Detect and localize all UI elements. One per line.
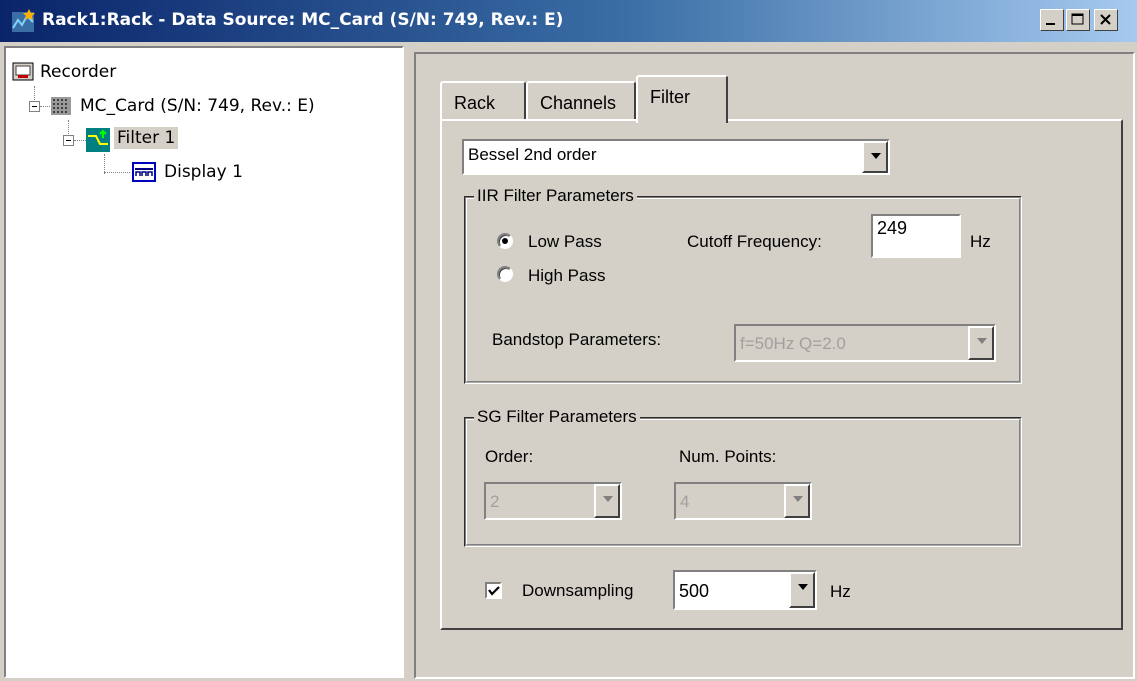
bandstop-dropdown-button[interactable] — [968, 326, 994, 360]
maximize-icon — [1071, 13, 1084, 25]
tree-item-label: Recorder — [40, 62, 117, 82]
num-points-select[interactable]: 4 — [674, 482, 812, 520]
tab-label: Channels — [540, 93, 617, 113]
title-bar[interactable]: Rack1:Rack - Data Source: MC_Card (S/N: … — [0, 0, 1137, 42]
main-window: Rack1:Rack - Data Source: MC_Card (S/N: … — [0, 0, 1137, 681]
tree-item-label: Display 1 — [164, 162, 243, 182]
bandstop-parameters-select[interactable]: f=50Hz Q=2.0 — [734, 324, 996, 362]
cutoff-frequency-unit: Hz — [970, 232, 991, 251]
tree-line — [40, 106, 50, 107]
display-icon — [132, 162, 156, 182]
filter-type-value: Bessel 2nd order — [468, 145, 597, 164]
downsampling-label: Downsampling — [522, 581, 634, 600]
tab-label: Rack — [454, 93, 496, 113]
tree-line — [104, 154, 105, 174]
minimize-icon — [1046, 23, 1055, 25]
pane-splitter[interactable] — [406, 46, 412, 681]
order-label: Order: — [485, 447, 534, 466]
downsampling-dropdown-button[interactable] — [789, 572, 815, 608]
sg-filter-group-title: SG Filter Parameters — [474, 407, 640, 427]
tree-item-label: MC_Card (S/N: 749, Rev.: E) — [80, 96, 315, 116]
low-pass-radio[interactable] — [497, 233, 513, 249]
high-pass-label: High Pass — [528, 266, 606, 285]
downsampling-rate-value: 500 — [679, 581, 710, 601]
chevron-down-icon — [603, 496, 613, 502]
tab-channels[interactable]: Channels — [526, 81, 636, 121]
chevron-down-icon — [871, 153, 881, 159]
tree-line — [74, 140, 86, 141]
recorder-icon — [12, 62, 34, 81]
checkmark-icon — [488, 586, 500, 596]
filter-type-dropdown-button[interactable] — [862, 141, 888, 173]
order-value: 2 — [490, 492, 500, 511]
tab-rack[interactable]: Rack — [440, 81, 526, 121]
order-select[interactable]: 2 — [484, 482, 622, 520]
close-button[interactable] — [1094, 9, 1118, 31]
num-points-label: Num. Points: — [679, 447, 777, 466]
rack-app-icon — [12, 9, 35, 32]
card-icon — [51, 97, 71, 115]
num-points-value: 4 — [680, 492, 690, 511]
high-pass-radio[interactable] — [497, 266, 513, 282]
tab-filter[interactable]: Filter — [636, 75, 728, 123]
downsampling-unit: Hz — [830, 582, 851, 601]
cutoff-frequency-label: Cutoff Frequency: — [687, 232, 822, 251]
filter-type-select[interactable]: Bessel 2nd order — [462, 139, 890, 175]
tree-line — [104, 172, 130, 173]
filter-icon — [86, 128, 110, 152]
downsampling-checkbox[interactable] — [485, 582, 502, 599]
window-title: Rack1:Rack - Data Source: MC_Card (S/N: … — [42, 10, 564, 30]
device-tree[interactable]: Recorder MC_Card (S/N: 749, Rev.: E) Fil… — [4, 46, 404, 678]
cutoff-frequency-value: 249 — [877, 218, 908, 238]
bandstop-parameters-value: f=50Hz Q=2.0 — [740, 334, 846, 353]
chevron-down-icon — [977, 338, 987, 344]
iir-filter-group-title: IIR Filter Parameters — [474, 186, 637, 206]
bandstop-parameters-label: Bandstop Parameters: — [492, 330, 662, 349]
cutoff-frequency-input[interactable]: 249 — [871, 214, 961, 258]
tree-item-label: Filter 1 — [114, 127, 179, 149]
maximize-button[interactable] — [1066, 9, 1090, 31]
close-icon — [1100, 14, 1111, 25]
collapse-toggle[interactable] — [29, 101, 40, 112]
minimize-button[interactable] — [1040, 9, 1064, 31]
tab-label: Filter — [650, 87, 690, 107]
num-points-dropdown-button[interactable] — [784, 484, 810, 518]
low-pass-label: Low Pass — [528, 232, 602, 251]
order-dropdown-button[interactable] — [594, 484, 620, 518]
chevron-down-icon — [793, 496, 803, 502]
downsampling-rate-select[interactable]: 500 — [673, 570, 817, 610]
chevron-down-icon — [798, 584, 808, 590]
collapse-toggle[interactable] — [63, 135, 74, 146]
